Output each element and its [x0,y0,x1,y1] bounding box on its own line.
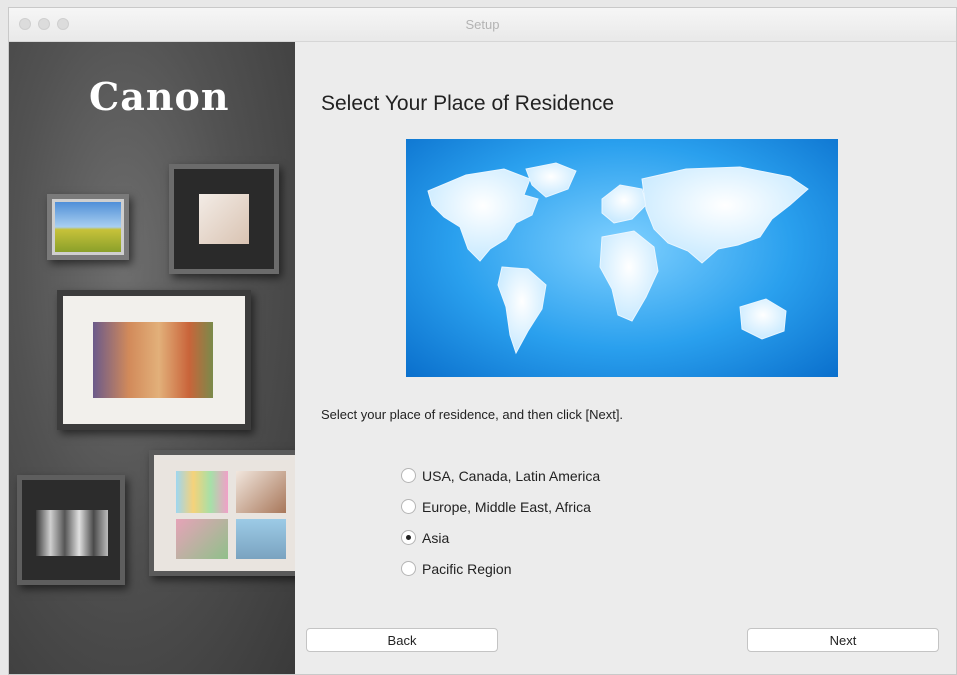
collage-photo-3 [176,519,228,559]
photo-frame-bw [17,475,125,585]
setup-window: Setup Canon Select Your Place of Residen… [8,7,957,675]
photo-frame-family [57,290,251,430]
option-label: Pacific Region [422,560,512,577]
baby-photo [199,194,249,244]
world-map-graphic [427,162,809,355]
next-button[interactable]: Next [747,628,939,652]
landscape-photo [55,202,121,252]
collage-photo-1 [176,471,228,513]
option-usa-canada-latin-america[interactable]: USA, Canada, Latin America [401,460,600,491]
option-label: Europe, Middle East, Africa [422,498,591,515]
window-title: Setup [465,17,500,32]
radio-button-icon[interactable] [401,561,416,576]
family-photo [93,322,213,398]
radio-button-icon[interactable] [401,499,416,514]
option-europe-middle-east-africa[interactable]: Europe, Middle East, Africa [401,491,600,522]
bw-photo [36,510,108,556]
brand-logo: Canon [89,74,230,119]
south-america-shape [497,266,547,355]
greenland-shape [525,162,577,198]
europe-shape [601,184,647,224]
australia-shape [739,298,787,340]
option-label: Asia [422,529,450,546]
photo-frame-landscape [47,194,129,260]
instruction-text: Select your place of residence, and then… [321,407,624,422]
option-pacific-region[interactable]: Pacific Region [401,553,600,584]
photo-frame-collage [149,450,295,576]
radio-button-icon[interactable] [401,468,416,483]
collage-photo-4 [236,519,286,559]
photo-frame-baby [169,164,279,274]
world-map-icon [406,139,838,377]
option-asia[interactable]: Asia [401,522,600,553]
region-radio-group: USA, Canada, Latin America Europe, Middl… [401,460,600,584]
back-button[interactable]: Back [306,628,498,652]
title-bar: Setup [9,8,956,42]
sidebar-decoration: Canon [9,42,295,674]
radio-button-icon[interactable] [401,530,416,545]
page-title: Select Your Place of Residence [321,92,615,115]
asia-shape [641,166,809,264]
collage-photo-2 [236,471,286,513]
africa-shape [599,230,659,322]
main-panel: Select Your Place of Residence Select yo… [295,42,956,674]
north-america-shape [427,168,539,262]
option-label: USA, Canada, Latin America [422,467,601,484]
